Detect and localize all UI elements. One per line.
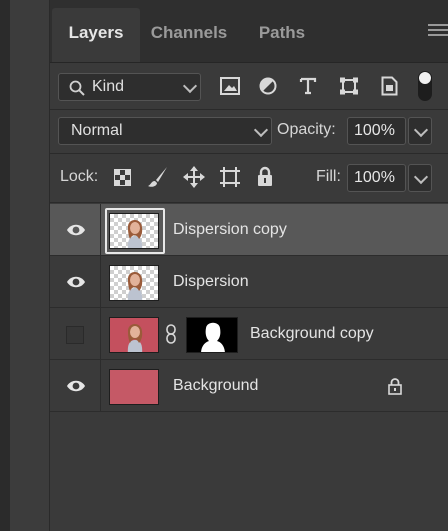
image-filter-icon[interactable]	[220, 77, 240, 95]
lock-transparent-pixels-icon[interactable]	[114, 169, 131, 186]
layer-name: Dispersion	[173, 273, 249, 290]
lock-all-icon[interactable]	[257, 166, 273, 187]
eye-icon	[67, 276, 85, 288]
fill-value: 100%	[354, 169, 395, 186]
eye-icon	[67, 380, 85, 392]
layer-row-dispersion-copy[interactable]: Dispersion copy	[50, 204, 448, 256]
shape-filter-icon[interactable]	[339, 77, 359, 95]
layer-name: Background	[173, 377, 259, 394]
layer-lock-icon[interactable]	[388, 377, 402, 395]
opacity-value: 100%	[354, 122, 395, 139]
lock-artboard-icon[interactable]	[219, 166, 241, 188]
panel-gutter	[10, 0, 50, 531]
portrait-thumbnail-image	[127, 271, 143, 300]
adjustment-filter-icon[interactable]	[259, 77, 277, 95]
filter-toggle-knob	[419, 72, 431, 84]
chevron-down-icon	[413, 122, 429, 138]
layer-name: Dispersion copy	[173, 221, 287, 238]
layer-thumbnail	[109, 213, 159, 249]
filter-kind-label: Kind	[92, 78, 125, 95]
portrait-thumbnail-image	[127, 219, 143, 248]
mask-link-icon[interactable]	[165, 324, 177, 344]
layer-mask-thumbnail[interactable]	[186, 317, 238, 353]
blend-mode-value: Normal	[71, 122, 123, 139]
visibility-toggle[interactable]	[50, 256, 101, 307]
filter-toggle[interactable]	[418, 71, 432, 101]
lock-label: Lock:	[60, 168, 99, 185]
chevron-down-icon	[413, 169, 429, 185]
layer-row-background-copy[interactable]: Background copy	[50, 308, 448, 360]
tab-paths[interactable]: Paths	[246, 8, 318, 62]
layer-row-background[interactable]: Background	[50, 360, 448, 412]
visibility-toggle[interactable]	[50, 308, 101, 359]
layer-row-dispersion[interactable]: Dispersion	[50, 256, 448, 308]
app-left-edge	[0, 0, 10, 531]
layer-name: Background copy	[250, 325, 374, 342]
fill-label: Fill:	[316, 168, 341, 185]
opacity-label: Opacity:	[277, 121, 336, 138]
portrait-thumbnail-image	[127, 323, 143, 352]
layer-thumbnail	[109, 265, 159, 301]
tab-layers[interactable]: Layers	[52, 8, 140, 62]
divider	[50, 109, 448, 110]
hidden-visibility-box	[66, 326, 84, 344]
fill-input[interactable]: 100%	[347, 164, 406, 192]
type-filter-icon[interactable]	[299, 77, 317, 95]
eye-icon	[67, 224, 85, 236]
chevron-down-icon	[253, 122, 269, 138]
filter-kind-select[interactable]: Kind	[58, 73, 201, 101]
opacity-dropdown-button[interactable]	[408, 117, 432, 145]
silhouette-mask-image	[201, 322, 225, 352]
blend-mode-select[interactable]: Normal	[58, 117, 272, 145]
panel-menu-icon[interactable]	[428, 24, 448, 38]
divider	[50, 153, 448, 154]
chevron-down-icon	[182, 78, 198, 94]
search-icon	[69, 80, 85, 96]
lock-position-move-icon[interactable]	[183, 166, 205, 188]
tab-channels[interactable]: Channels	[142, 8, 236, 62]
layer-thumbnail	[109, 369, 159, 405]
visibility-toggle[interactable]	[50, 204, 101, 255]
lock-image-pixels-brush-icon[interactable]	[147, 166, 169, 188]
layer-thumbnail	[109, 317, 159, 353]
visibility-toggle[interactable]	[50, 360, 101, 411]
opacity-input[interactable]: 100%	[347, 117, 406, 145]
fill-dropdown-button[interactable]	[408, 164, 432, 192]
smart-object-filter-icon[interactable]	[381, 76, 398, 96]
divider	[50, 202, 448, 203]
